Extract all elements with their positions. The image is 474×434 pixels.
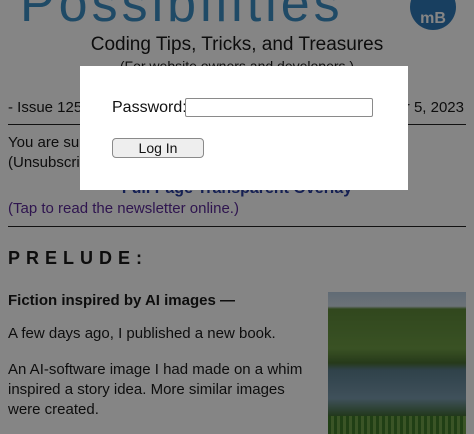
password-label: Password:	[112, 99, 187, 116]
login-button[interactable]: Log In	[112, 138, 204, 158]
password-input[interactable]	[185, 98, 373, 117]
login-dialog: Password: Log In	[80, 66, 408, 190]
